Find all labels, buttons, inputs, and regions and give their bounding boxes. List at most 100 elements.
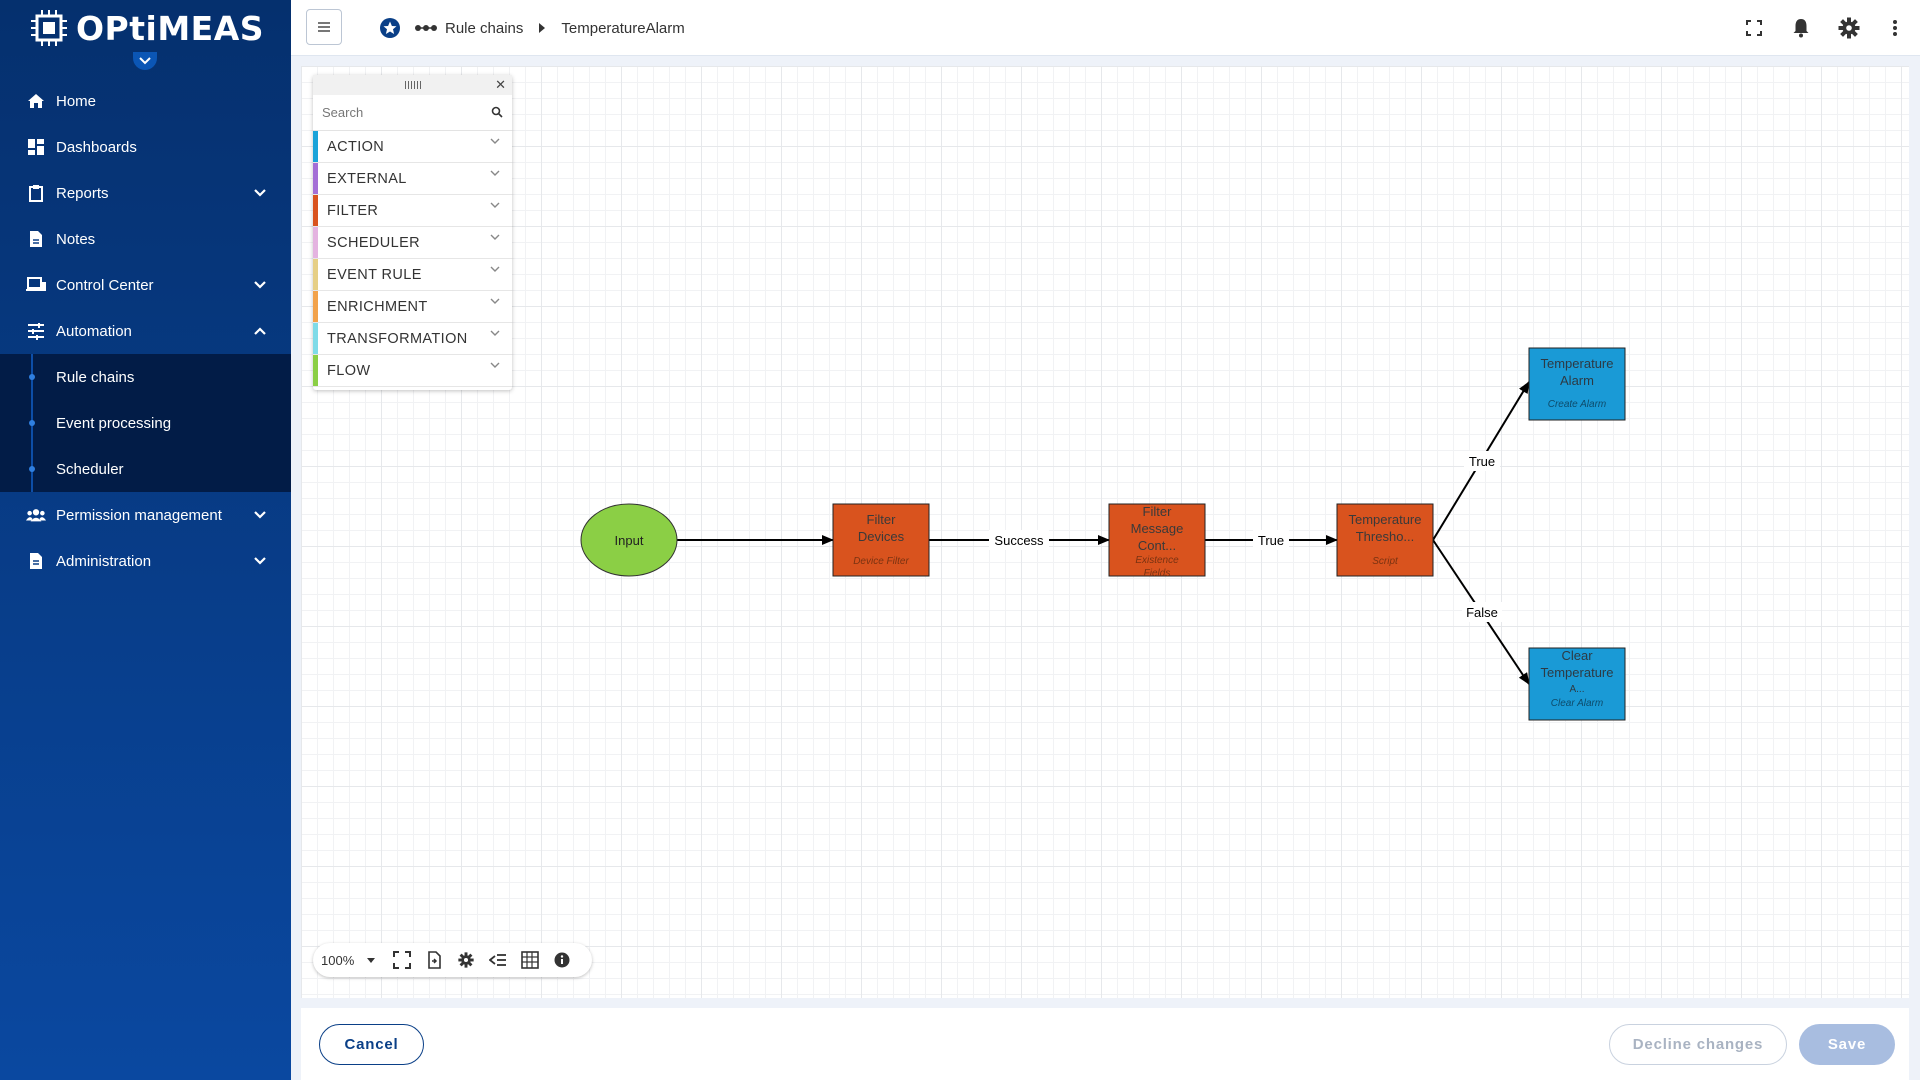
palette-category-external[interactable]: EXTERNAL	[313, 163, 512, 195]
sidebar-item-automation[interactable]: Automation	[0, 308, 291, 354]
sidebar-item-permission-management[interactable]: Permission management	[0, 492, 291, 538]
sidebar-collapse-toggle[interactable]	[133, 52, 157, 70]
category-color-bar	[313, 195, 318, 226]
palette-category-enrichment[interactable]: ENRICHMENT	[313, 291, 512, 323]
notifications-bell-icon[interactable]	[1789, 16, 1813, 40]
logo-text: OPtiMEAS	[76, 8, 265, 48]
rule-node-filter-message[interactable]: Filter Message Cont... Existence Fields	[1108, 503, 1206, 579]
chevron-down-icon[interactable]	[490, 361, 500, 369]
menu-toggle-button[interactable]	[306, 9, 342, 45]
node-subtitle: Script	[1372, 556, 1399, 567]
node-title: Temperature	[1541, 665, 1614, 680]
sidebar-item-label: Dashboards	[56, 138, 137, 156]
category-color-bar	[313, 323, 318, 354]
info-icon[interactable]	[551, 949, 573, 971]
sidebar-nav: Home Dashboards Reports Notes Control Ce…	[0, 78, 291, 584]
chevron-down-icon[interactable]	[490, 329, 500, 337]
subnav-dot	[29, 420, 35, 426]
automation-subnav: Rule chains Event processing Scheduler	[0, 354, 291, 492]
breadcrumb-item-rule-chains[interactable]: Rule chains	[445, 20, 523, 37]
grid-toggle-icon[interactable]	[519, 949, 541, 971]
rule-chain-canvas[interactable]: Success True True False Input Filter Dev…	[301, 66, 1909, 998]
export-file-icon[interactable]	[423, 949, 445, 971]
zoom-dropdown-arrow-icon[interactable]	[365, 949, 377, 971]
palette-category-event-rule[interactable]: EVENT RULE	[313, 259, 512, 291]
people-icon	[26, 505, 46, 525]
favorite-star-icon[interactable]	[379, 17, 401, 39]
chevron-down-icon[interactable]	[490, 265, 500, 273]
sidebar-item-event-processing[interactable]: Event processing	[0, 400, 291, 446]
palette-category-filter[interactable]: FILTER	[313, 195, 512, 227]
node-subtitle: Create Alarm	[1548, 399, 1607, 410]
rule-node-clear-temperature[interactable]: Clear Temperature A... Clear Alarm	[1528, 647, 1626, 721]
chevron-down-icon	[254, 511, 266, 519]
chevron-down-icon[interactable]	[490, 169, 500, 177]
category-color-bar	[313, 163, 318, 194]
sidebar-item-rule-chains[interactable]: Rule chains	[0, 354, 291, 400]
palette-category-scheduler[interactable]: SCHEDULER	[313, 227, 512, 259]
node-title: Cont...	[1138, 538, 1176, 553]
sidebar-item-notes[interactable]: Notes	[0, 216, 291, 262]
palette-drag-handle[interactable]: ✕	[313, 75, 512, 95]
category-label: ACTION	[327, 138, 385, 155]
fullscreen-icon[interactable]	[1742, 16, 1766, 40]
save-button[interactable]: Save	[1799, 1024, 1895, 1065]
chevron-down-icon	[254, 557, 266, 565]
collapse-panel-icon[interactable]	[487, 949, 509, 971]
settings-gear-icon[interactable]	[1837, 16, 1861, 40]
sidebar-item-scheduler[interactable]: Scheduler	[0, 446, 291, 492]
rule-node-temperature-alarm[interactable]: Temperature Alarm Create Alarm	[1528, 347, 1626, 421]
category-color-bar	[313, 291, 318, 322]
sidebar-item-reports[interactable]: Reports	[0, 170, 291, 216]
rule-node-filter-devices[interactable]: Filter Devices Device Filter	[832, 503, 930, 577]
chevron-down-icon[interactable]	[490, 201, 500, 209]
category-color-bar	[313, 259, 318, 290]
node-title: Filter	[1143, 504, 1173, 519]
search-icon[interactable]	[491, 106, 503, 118]
breadcrumb-item-current: TemperatureAlarm	[561, 19, 685, 37]
chip-logo-icon	[31, 10, 67, 46]
node-title: Filter	[867, 512, 897, 527]
palette-search-input[interactable]	[322, 105, 472, 120]
note-icon	[26, 229, 46, 249]
chevron-down-icon[interactable]	[490, 233, 500, 241]
palette-category-action[interactable]: ACTION	[313, 131, 512, 163]
zoom-level-select[interactable]: 100%	[321, 953, 365, 968]
sidebar-item-administration[interactable]: Administration	[0, 538, 291, 584]
category-label: SCHEDULER	[327, 234, 421, 251]
sidebar-item-label: Reports	[56, 184, 109, 202]
sidebar: OPtiMEAS Home Dashboards Reports Notes C…	[0, 0, 291, 1080]
chevron-down-icon	[254, 281, 266, 289]
document-icon	[26, 551, 46, 571]
close-icon[interactable]: ✕	[495, 77, 506, 93]
sidebar-item-control-center[interactable]: Control Center	[0, 262, 291, 308]
category-label: ENRICHMENT	[327, 298, 428, 315]
sidebar-item-label: Event processing	[56, 414, 172, 432]
category-label: EVENT RULE	[327, 266, 422, 283]
node-palette: ✕ ACTION EXTERNAL FILTER SCHEDULER EVENT RUL…	[313, 75, 512, 390]
fit-to-screen-icon[interactable]	[391, 949, 413, 971]
node-subtitle: Device Filter	[853, 556, 909, 567]
cancel-button[interactable]: Cancel	[319, 1024, 424, 1065]
sidebar-item-home[interactable]: Home	[0, 78, 291, 124]
palette-category-flow[interactable]: FLOW	[313, 355, 512, 387]
rule-node-temperature-threshold[interactable]: Temperature Thresho... Script	[1336, 503, 1434, 577]
palette-category-transformation[interactable]: TRANSFORMATION	[313, 323, 512, 355]
chevron-down-icon[interactable]	[490, 297, 500, 305]
canvas-toolbar: 100%	[313, 943, 592, 977]
rule-chain-diagram: Success True True False Input Filter Dev…	[580, 347, 1626, 721]
subnav-dot	[29, 466, 35, 472]
logo[interactable]: OPtiMEAS	[0, 0, 291, 56]
editor-footer: Cancel Decline changes Save	[301, 1008, 1909, 1080]
rule-chain-icon	[415, 23, 437, 33]
settings-gear-icon[interactable]	[455, 949, 477, 971]
palette-search	[313, 95, 512, 131]
dashboard-icon	[26, 137, 46, 157]
sidebar-item-dashboards[interactable]: Dashboards	[0, 124, 291, 170]
sidebar-item-label: Notes	[56, 230, 96, 248]
chevron-down-icon[interactable]	[490, 137, 500, 145]
sidebar-item-label: Scheduler	[56, 460, 124, 478]
decline-changes-button[interactable]: Decline changes	[1609, 1024, 1787, 1065]
node-title: Temperature	[1349, 512, 1422, 527]
more-vert-icon[interactable]	[1883, 16, 1907, 40]
